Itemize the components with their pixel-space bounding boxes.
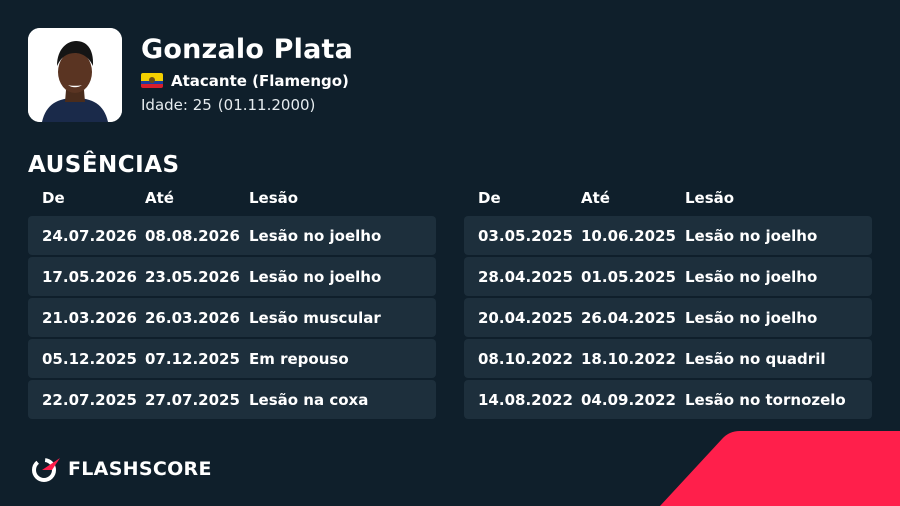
player-age: Idade: 25 (01.11.2000) xyxy=(141,96,315,114)
player-position: Atacante (Flamengo) xyxy=(171,72,349,90)
decorative-accent-shape xyxy=(660,431,900,506)
ecuador-flag-icon xyxy=(141,73,163,88)
cell-from: 03.05.2025 xyxy=(478,226,573,245)
cell-to: 04.09.2022 xyxy=(581,390,676,409)
brand-name: FLASHSCORE xyxy=(68,458,212,480)
section-title: AUSÊNCIAS xyxy=(28,152,180,178)
table-row: 20.04.2025 26.04.2025 Lesão no joelho xyxy=(464,298,872,337)
flashscore-logo: FLASHSCORE xyxy=(30,454,212,484)
table-row: 05.12.2025 07.12.2025 Em repouso xyxy=(28,339,436,378)
cell-from: 24.07.2026 xyxy=(42,226,137,245)
table-header: De Até Lesão xyxy=(464,188,872,210)
age-label: Idade: 25 xyxy=(141,96,212,114)
cell-from: 22.07.2025 xyxy=(42,390,137,409)
cell-injury: Lesão no joelho xyxy=(685,226,818,245)
cell-from: 28.04.2025 xyxy=(478,267,573,286)
header-to: Até xyxy=(581,189,610,207)
table-row: 14.08.2022 04.09.2022 Lesão no tornozelo xyxy=(464,380,872,419)
cell-from: 20.04.2025 xyxy=(478,308,573,327)
header-injury: Lesão xyxy=(685,189,735,207)
absences-table-right: De Até Lesão 03.05.2025 10.06.2025 Lesão… xyxy=(464,188,872,419)
cell-injury: Lesão no joelho xyxy=(685,308,818,327)
cell-injury: Lesão no joelho xyxy=(249,226,382,245)
player-photo xyxy=(28,28,122,122)
cell-from: 14.08.2022 xyxy=(478,390,573,409)
table-row: 08.10.2022 18.10.2022 Lesão no quadril xyxy=(464,339,872,378)
table-row: 21.03.2026 26.03.2026 Lesão muscular xyxy=(28,298,436,337)
cell-to: 10.06.2025 xyxy=(581,226,676,245)
table-row: 22.07.2025 27.07.2025 Lesão na coxa xyxy=(28,380,436,419)
cell-to: 23.05.2026 xyxy=(145,267,240,286)
cell-to: 07.12.2025 xyxy=(145,349,240,368)
header-from: De xyxy=(478,189,501,207)
cell-to: 26.03.2026 xyxy=(145,308,240,327)
header-injury: Lesão xyxy=(249,189,299,207)
cell-injury: Lesão no joelho xyxy=(685,267,818,286)
table-row: 03.05.2025 10.06.2025 Lesão no joelho xyxy=(464,216,872,255)
table-row: 28.04.2025 01.05.2025 Lesão no joelho xyxy=(464,257,872,296)
header-to: Até xyxy=(145,189,174,207)
cell-from: 21.03.2026 xyxy=(42,308,137,327)
cell-injury: Lesão na coxa xyxy=(249,390,369,409)
cell-from: 08.10.2022 xyxy=(478,349,573,368)
table-row: 24.07.2026 08.08.2026 Lesão no joelho xyxy=(28,216,436,255)
cell-injury: Em repouso xyxy=(249,349,349,368)
cell-to: 27.07.2025 xyxy=(145,390,240,409)
cell-from: 17.05.2026 xyxy=(42,267,137,286)
cell-injury: Lesão no joelho xyxy=(249,267,382,286)
absences-table-left: De Até Lesão 24.07.2026 08.08.2026 Lesão… xyxy=(28,188,436,419)
cell-injury: Lesão no quadril xyxy=(685,349,826,368)
player-name: Gonzalo Plata xyxy=(141,34,354,65)
flashscore-logo-icon xyxy=(32,458,60,482)
date-of-birth: (01.11.2000) xyxy=(217,96,316,114)
cell-to: 01.05.2025 xyxy=(581,267,676,286)
cell-from: 05.12.2025 xyxy=(42,349,137,368)
cell-injury: Lesão muscular xyxy=(249,308,381,327)
cell-to: 08.08.2026 xyxy=(145,226,240,245)
table-header: De Até Lesão xyxy=(28,188,436,210)
header-from: De xyxy=(42,189,65,207)
table-row: 17.05.2026 23.05.2026 Lesão no joelho xyxy=(28,257,436,296)
cell-injury: Lesão no tornozelo xyxy=(685,390,846,409)
cell-to: 18.10.2022 xyxy=(581,349,676,368)
cell-to: 26.04.2025 xyxy=(581,308,676,327)
